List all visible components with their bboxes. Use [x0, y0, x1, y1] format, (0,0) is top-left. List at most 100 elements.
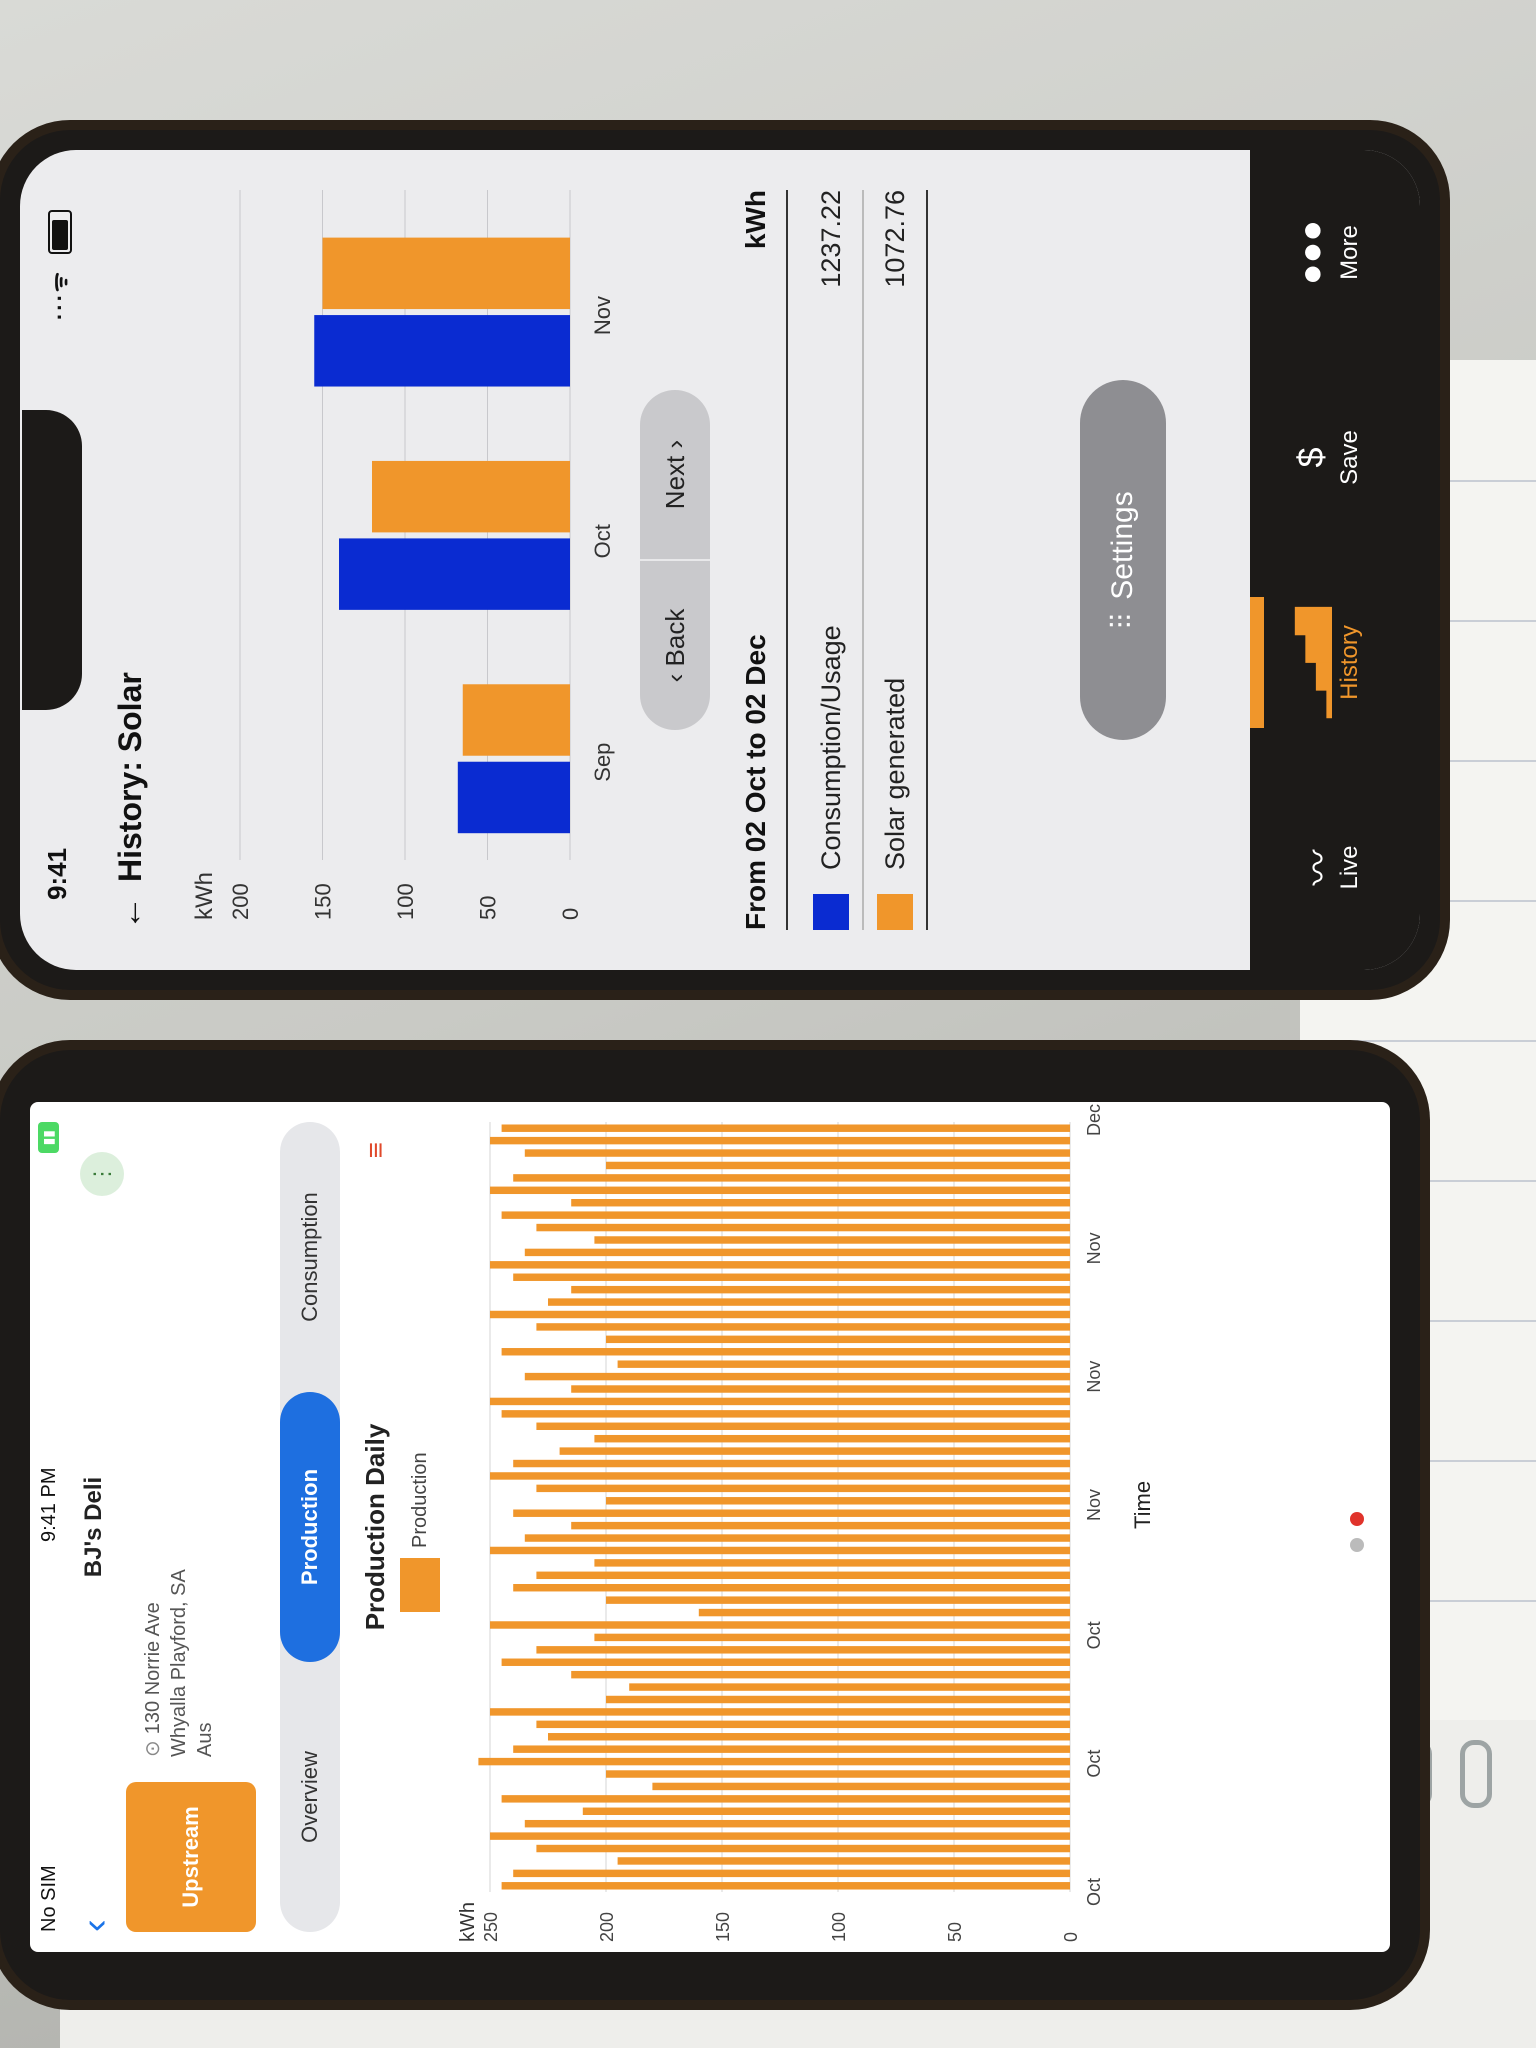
- tab-label: Save: [1336, 430, 1363, 485]
- tab-consumption[interactable]: Consumption: [280, 1122, 340, 1392]
- page-dot-active[interactable]: [1350, 1512, 1364, 1526]
- production-bar: [571, 1521, 1070, 1530]
- store-name: BJ's Deli: [80, 1476, 107, 1578]
- production-bar: [513, 1273, 1070, 1281]
- chevron-right-icon: ›: [659, 439, 690, 456]
- legend-label: Production: [408, 1452, 431, 1548]
- page-dot[interactable]: [1350, 1538, 1364, 1552]
- status-bar: 9:41 ···ᯤ: [22, 150, 82, 970]
- production-bar: [606, 1770, 1070, 1778]
- spiral-ring: [1460, 1740, 1492, 1808]
- status-time: 9:41: [42, 847, 72, 900]
- back-button[interactable]: ‹ Back: [640, 561, 710, 730]
- x-tick-label: Nov: [1084, 1489, 1104, 1521]
- y-axis-unit: kWh: [191, 872, 218, 920]
- page-indicator: [1350, 1512, 1364, 1552]
- solar-swatch: [877, 894, 913, 930]
- address-line: 130 Norrie Ave: [142, 1602, 164, 1735]
- x-tick-label: Oct: [1084, 1750, 1104, 1778]
- production-bar: [548, 1733, 1070, 1741]
- production-bar: [594, 1559, 1070, 1567]
- chevron-left-icon: ‹: [659, 666, 690, 683]
- tab-label: History: [1336, 625, 1363, 700]
- period-nav: ‹ Back Next ›: [640, 390, 710, 730]
- x-tick-label: Oct: [1084, 1878, 1104, 1906]
- history-bar-chart: kWh 0 50 100 150 200 Sep Oct Nov: [170, 170, 640, 950]
- page-header: ← History: Solar: [100, 190, 160, 930]
- legend-row-consumption: Consumption/Usage 1237.22: [800, 190, 864, 930]
- chart-legend: Production: [400, 1452, 440, 1612]
- settings-label: Settings: [1106, 491, 1139, 600]
- more-options-button[interactable]: ⋮: [80, 1152, 124, 1196]
- x-tick-label: Oct: [590, 524, 615, 558]
- chart-title: Production Daily: [360, 1423, 390, 1631]
- production-bar: [490, 1708, 1070, 1716]
- y-tick-label: 50: [476, 896, 501, 920]
- production-bar: [617, 1360, 1070, 1368]
- status-time: 9:41 PM: [38, 1467, 60, 1542]
- production-bar: [536, 1571, 1070, 1580]
- sliders-icon: ⫶⫶: [1106, 613, 1139, 629]
- production-bar: [629, 1683, 1070, 1691]
- production-bar: [606, 1695, 1070, 1704]
- tab-history[interactable]: ▁▃▅▇ History: [1250, 560, 1420, 765]
- settings-button[interactable]: ⫶⫶ Settings: [1080, 380, 1166, 740]
- production-bar: [582, 1807, 1071, 1815]
- production-bar: [594, 1236, 1070, 1244]
- production-bar: [501, 1882, 1071, 1890]
- filter-icon[interactable]: ≡: [360, 1142, 392, 1158]
- production-bar: [513, 1745, 1070, 1753]
- production-bar: [490, 1186, 1070, 1195]
- range-unit: kWh: [740, 190, 771, 250]
- phone1-screen: 9:41 ···ᯤ ← History: Solar kWh 0 50 100 150 2…: [20, 150, 1420, 970]
- production-bar: [490, 1136, 1070, 1145]
- tab-production[interactable]: Production: [280, 1392, 340, 1662]
- back-arrow-icon[interactable]: ←: [111, 896, 150, 930]
- consumption-swatch: [813, 894, 849, 930]
- next-button[interactable]: Next ›: [640, 390, 710, 559]
- x-tick-label: Nov: [1084, 1232, 1104, 1264]
- next-label: Next: [659, 455, 690, 510]
- production-bar: [501, 1348, 1071, 1356]
- production-bar: [524, 1534, 1071, 1542]
- back-label: Back: [659, 608, 690, 667]
- y-tick-label: 0: [558, 908, 583, 920]
- bar-solar-generated-sep: [462, 684, 570, 756]
- production-bar: [536, 1323, 1070, 1331]
- y-tick-label: 0: [1061, 1932, 1081, 1942]
- app-header: ‹ BJ's Deli ⋮: [74, 1122, 124, 1932]
- production-bar: [571, 1198, 1070, 1207]
- battery-icon: [48, 210, 72, 254]
- production-bar: [490, 1261, 1070, 1269]
- production-bar: [513, 1459, 1070, 1468]
- production-bar: [490, 1546, 1070, 1555]
- x-tick-label: Nov: [590, 296, 615, 335]
- production-bar: [594, 1633, 1070, 1642]
- y-tick-label: 150: [713, 1912, 733, 1942]
- bar-solar-generated-oct: [372, 460, 570, 533]
- tab-save[interactable]: $ Save: [1250, 355, 1420, 560]
- production-bar: [513, 1174, 1070, 1182]
- chart-svg: kWh 0 50 100 150 200 250 Oct Oct Oct Nov Nov Nov Dec T…: [457, 1104, 1155, 1942]
- phone-production-daily: No SIM 9:41 PM ▮▮ ‹ BJ's Deli ⋮ Upstream…: [0, 1050, 1420, 2000]
- legend-label: Solar generated: [879, 677, 910, 870]
- x-axis-label: Time: [1130, 1481, 1155, 1529]
- production-bar: [513, 1583, 1070, 1592]
- notch: [22, 410, 82, 710]
- tab-overview[interactable]: Overview: [280, 1662, 340, 1932]
- legend-value: 1072.76: [879, 190, 910, 288]
- y-tick-label: 100: [829, 1912, 849, 1942]
- segmented-tabs: Overview Production Consumption: [280, 1122, 340, 1932]
- phone-history-solar: 9:41 ···ᯤ ← History: Solar kWh 0 50 100 150 2…: [0, 130, 1440, 990]
- address-line: Aus: [194, 1722, 216, 1757]
- ellipsis-icon: ●●●: [1290, 219, 1331, 286]
- production-bar: [536, 1844, 1070, 1853]
- production-bar: [513, 1509, 1070, 1517]
- legend-value: 1237.22: [815, 190, 846, 288]
- production-bar: [490, 1621, 1070, 1629]
- x-tick-label: Sep: [590, 743, 615, 782]
- chart-svg: kWh 0 50 100 150 200 Sep Oct Nov: [191, 190, 615, 920]
- y-tick-label: 50: [945, 1922, 965, 1942]
- tab-more[interactable]: ●●● More: [1250, 150, 1420, 355]
- tab-live[interactable]: 〰 Live: [1250, 765, 1420, 970]
